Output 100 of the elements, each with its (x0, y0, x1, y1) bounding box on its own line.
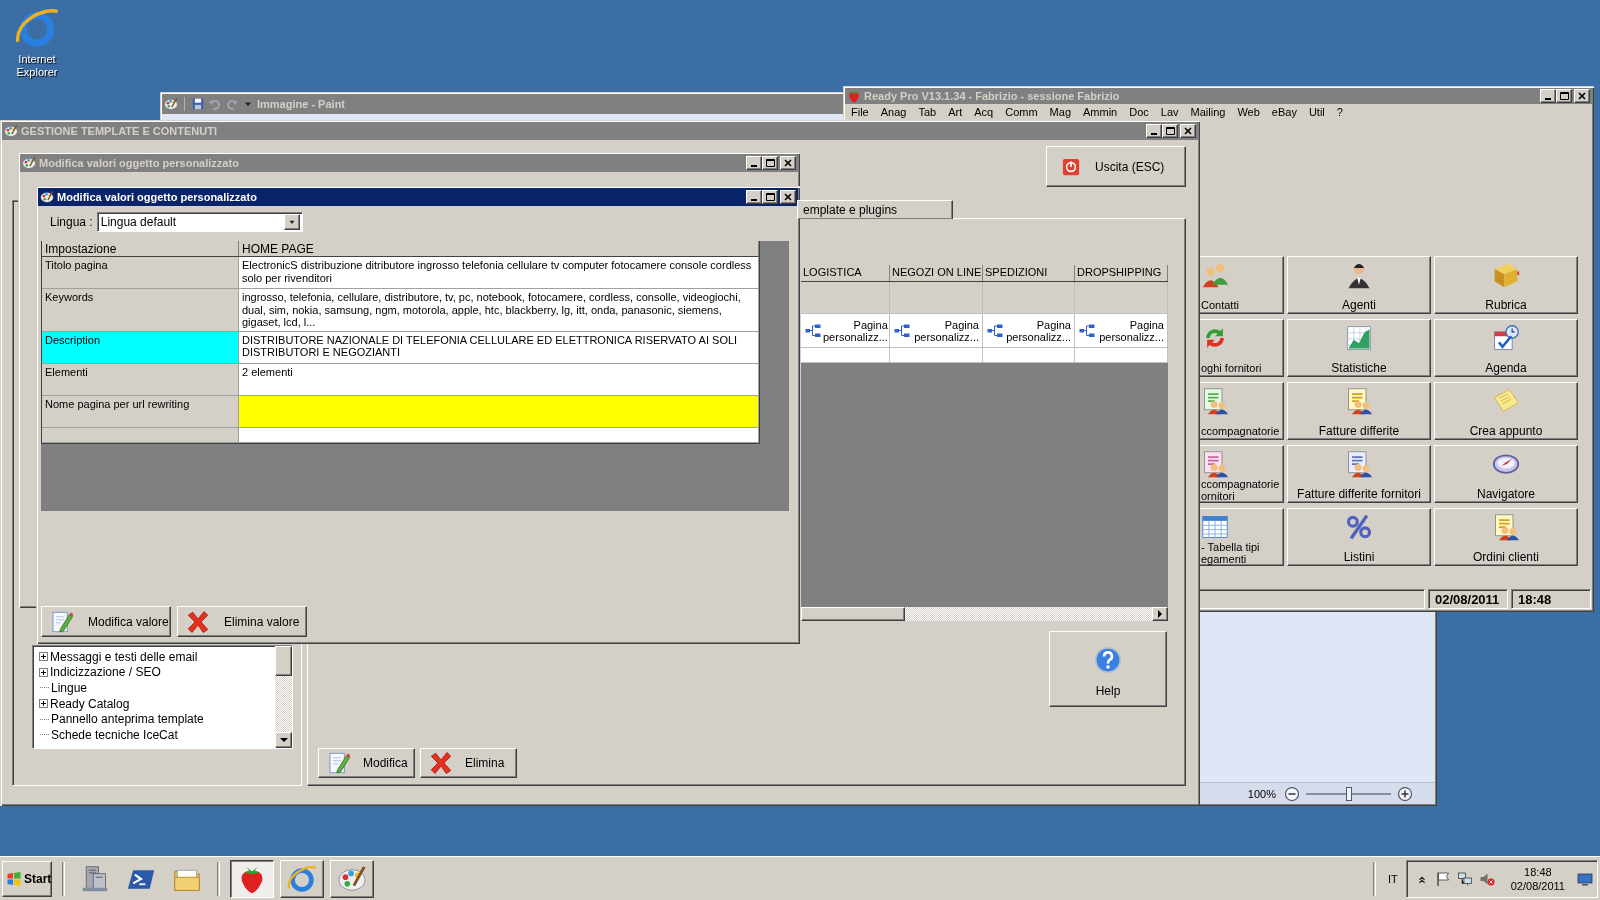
menu-item[interactable]: Mailing (1184, 106, 1232, 118)
clock-time[interactable]: 18:48 (1524, 864, 1552, 879)
minimize-button[interactable] (746, 190, 762, 204)
menu-item[interactable]: Util (1302, 106, 1331, 118)
clock-date[interactable]: 02/08/2011 (1510, 878, 1565, 893)
table-cell[interactable]: ElectronicS distribuzione ditributore ingrosso telefonia cellulare tv computer fotocamere console cordless solo per rivenditori (239, 257, 759, 289)
launcher-button[interactable]: Agenti (1287, 256, 1431, 314)
menu-item[interactable]: Web (1231, 106, 1266, 118)
zoom-slider[interactable] (1306, 786, 1391, 801)
table-cell[interactable]: Nome pagina per url rewriting (42, 395, 239, 428)
maximize-button[interactable] (762, 156, 778, 170)
tree-item[interactable]: Schede tecniche IceCat (51, 727, 178, 742)
help-button[interactable]: Help (1049, 631, 1167, 707)
edit-icon (50, 609, 74, 634)
menu-item[interactable]: ? (1330, 106, 1349, 118)
launcher-button[interactable]: ccompagnatorie (1200, 382, 1284, 440)
launcher-button[interactable]: ccompagnatorie ornitori (1200, 445, 1284, 503)
exit-button[interactable]: Uscita (ESC) (1046, 146, 1186, 187)
slider-thumb[interactable] (1345, 786, 1352, 801)
close-button[interactable] (780, 190, 796, 204)
tree-item[interactable]: Lingue (51, 681, 88, 695)
input-field[interactable] (239, 395, 759, 428)
flag-icon[interactable] (1434, 870, 1451, 887)
expand-icon[interactable] (39, 652, 48, 662)
contacts-icon (1201, 261, 1229, 289)
table-cell[interactable]: Titolo pagina (42, 257, 239, 289)
menu-item[interactable]: Doc (1123, 106, 1155, 118)
menu-item[interactable]: Anag (874, 106, 913, 118)
document-people-icon (1201, 450, 1229, 478)
tree-item[interactable]: Messaggi e testi delle email (50, 649, 198, 664)
launcher-button[interactable]: oghi fornitori (1200, 319, 1284, 377)
launcher-button[interactable]: Ordini clienti (1434, 508, 1578, 566)
zoom-in-icon[interactable] (1397, 785, 1413, 802)
menu-item[interactable]: Comm (999, 106, 1044, 118)
save-icon (191, 97, 205, 111)
menu-item[interactable]: File (845, 106, 875, 118)
taskbar-button[interactable] (230, 859, 274, 898)
delete-button[interactable]: Elimina valore (177, 606, 307, 637)
close-button[interactable] (1180, 124, 1196, 138)
table-cell[interactable]: 2 elementi (239, 363, 759, 396)
launcher-button[interactable]: Agenda (1434, 319, 1578, 377)
maximize-button[interactable] (1556, 89, 1572, 103)
show-desktop-icon[interactable] (1577, 870, 1593, 887)
launcher-button[interactable]: Crea appunto (1434, 382, 1578, 440)
delete-icon (429, 751, 453, 775)
scrollbar[interactable] (275, 646, 292, 748)
menu-item[interactable]: Mag (1043, 106, 1077, 118)
computer-icon[interactable] (81, 864, 109, 893)
launcher-button[interactable]: Rubrica (1434, 256, 1578, 314)
tree-item[interactable]: Indicizzazione / SEO (50, 665, 161, 680)
table-cell[interactable]: DISTRIBUTORE NAZIONALE DI TELEFONIA CELLULARE ED ELETTRONICA RISERVATO AI SOLI DISTRIBUTORI E NEGOZIANTI (239, 331, 759, 364)
expand-icon[interactable] (39, 667, 48, 677)
desktop-icon-label[interactable]: Internet Explorer (6, 53, 68, 79)
table-cell: Pagina personalizz... (913, 318, 979, 343)
launcher-button[interactable]: Contatti (1200, 256, 1284, 314)
table-cell[interactable]: ingrosso, telefonia, cellulare, distributore, tv, pc, notebook, fotocamere, cordless, consolle, videogiochi, dual, sim, nokia, samsung, ngm, motorola, apple, htc, blackberry, lg, itt, onda, panasonic, siemens, gigaset, lcd, l... (239, 289, 759, 332)
language-indicator[interactable]: IT (1387, 872, 1398, 885)
launcher-button[interactable]: Listini (1287, 508, 1431, 566)
launcher-button[interactable]: - Tabella tipi egamenti (1200, 508, 1284, 566)
status-date: 02/08/2011 (1428, 589, 1508, 609)
menu-item[interactable]: Art (942, 106, 969, 118)
close-button[interactable] (1574, 89, 1590, 103)
document-people-icon (1492, 513, 1520, 541)
launcher-button[interactable]: Fatture differite fornitori (1287, 445, 1431, 503)
menu-item[interactable]: eBay (1265, 106, 1303, 118)
maximize-button[interactable] (762, 190, 778, 204)
tree-item[interactable]: Ready Catalog (50, 696, 130, 711)
expand-icon[interactable] (39, 699, 48, 709)
table-cell[interactable]: Keywords (42, 289, 239, 332)
table-cell[interactable]: Elementi (42, 363, 239, 396)
minimize-button[interactable] (1540, 89, 1556, 103)
menu-item[interactable]: Ammin (1077, 106, 1124, 118)
language-dropdown[interactable]: Lingua default (96, 211, 303, 232)
menu-item[interactable]: Acq (968, 106, 1000, 118)
tree-item[interactable]: Pannello anteprima template (51, 712, 204, 727)
minimize-button[interactable] (746, 156, 762, 170)
hierarchy-icon (1077, 322, 1097, 339)
delete-button[interactable]: Elimina (420, 748, 517, 778)
edit-button[interactable]: Modifica (318, 748, 415, 778)
network-icon[interactable] (1456, 870, 1473, 887)
launcher-button[interactable]: Navigatore (1434, 445, 1578, 503)
window-title: Ready Pro V13.1.34 - Fabrizio - sessione Fabrizio (864, 90, 1120, 102)
browser-icon[interactable] (15, 6, 59, 50)
close-icon (784, 193, 792, 201)
tab[interactable]: emplate e plugins (797, 200, 953, 219)
table-icon (1201, 513, 1229, 541)
menu-item[interactable]: Lav (1154, 106, 1185, 118)
start-button[interactable]: Start (2, 860, 52, 897)
close-icon (1184, 127, 1192, 135)
zoom-out-icon[interactable] (1284, 785, 1300, 802)
table-cell[interactable]: Description (42, 331, 239, 364)
close-button[interactable] (780, 156, 796, 170)
launcher-button[interactable]: Fatture differite (1287, 382, 1431, 440)
menu-item[interactable]: Tab (912, 106, 943, 118)
scrollbar[interactable] (801, 607, 1168, 621)
launcher-button[interactable]: Statistiche (1287, 319, 1431, 377)
minimize-button[interactable] (1146, 124, 1162, 138)
strawberry-icon (847, 89, 861, 103)
edit-button[interactable]: Modifica valore (41, 606, 171, 637)
maximize-button[interactable] (1162, 124, 1178, 138)
